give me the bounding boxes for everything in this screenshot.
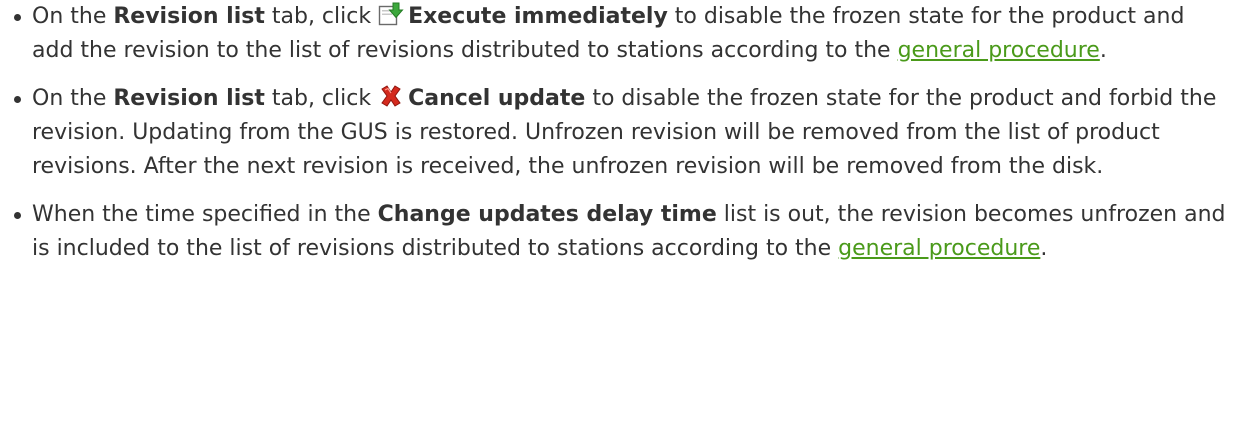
help-document: On the Revision list tab, click Execute …: [0, 0, 1256, 266]
execute-arrow-icon: [378, 2, 404, 26]
cancel-x-icon: [378, 84, 404, 108]
list-item-delay-time: When the time specified in the Change up…: [0, 198, 1256, 266]
list-item-cancel-update: On the Revision list tab, click Cancel u…: [0, 82, 1256, 184]
bullet-list: On the Revision list tab, click Execute …: [0, 0, 1256, 266]
item-text: On the: [32, 4, 114, 29]
item-text: tab, click: [264, 4, 379, 29]
bullet-dot: [14, 212, 21, 219]
item-text: .: [1040, 236, 1048, 261]
item-text: .: [1099, 38, 1107, 63]
tab-name-revision-list: Revision list: [113, 4, 265, 29]
bullet-dot: [14, 14, 21, 21]
item-text: tab, click: [264, 86, 379, 111]
bullet-dot: [14, 96, 21, 103]
item-text: When the time specified in the: [32, 202, 378, 227]
general-procedure-link[interactable]: general procedure: [838, 236, 1040, 261]
tab-name-revision-list: Revision list: [113, 86, 265, 111]
general-procedure-link[interactable]: general procedure: [898, 38, 1100, 63]
list-item-execute-immediately: On the Revision list tab, click Execute …: [0, 0, 1256, 68]
cancel-update-button-label: Cancel update: [408, 86, 586, 111]
list-name-change-updates-delay-time: Change updates delay time: [377, 202, 717, 227]
item-text: On the: [32, 86, 114, 111]
execute-immediately-button-label: Execute immediately: [408, 4, 668, 29]
